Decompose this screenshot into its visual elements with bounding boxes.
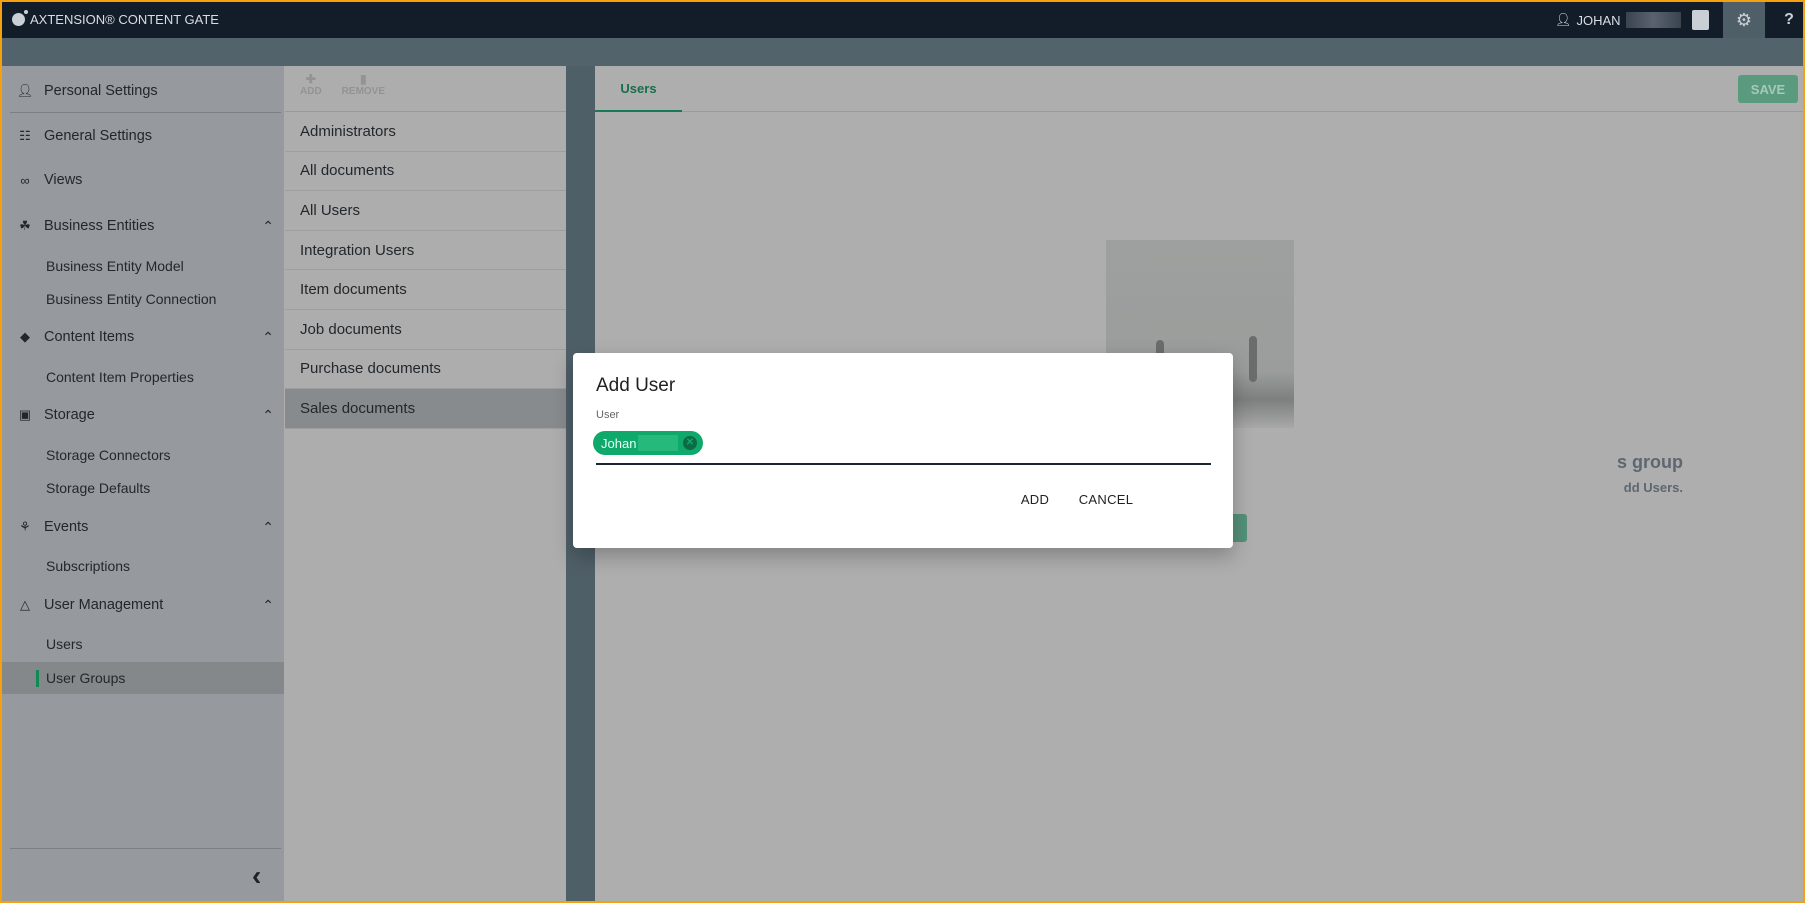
- collapse-sidebar-icon[interactable]: ‹: [252, 860, 261, 892]
- sidebar: ‹ 👤︎ Personal Settings ☷ General Settings ∞ V…: [2, 66, 284, 901]
- sidebar-item-user-management[interactable]: △ User Management ⌃: [2, 589, 284, 621]
- sidebar-item-personal-settings[interactable]: 👤︎ Personal Settings: [2, 75, 284, 107]
- sidebar-item-label: Business Entity Connection: [46, 291, 217, 307]
- sidebar-item-users[interactable]: Users: [2, 628, 284, 660]
- add-user-dialog: Add User User Johan ✕ ADD CANCEL: [573, 353, 1233, 548]
- sidebar-item-content-items[interactable]: ◆ Content Items ⌃: [2, 321, 284, 353]
- user-groups-list: ✚ ADD ▮ REMOVE Administrators All documents…: [285, 66, 566, 901]
- sidebar-item-label: Business Entity Model: [46, 258, 184, 274]
- list-item[interactable]: Purchase documents: [285, 350, 566, 390]
- list-item[interactable]: All documents: [285, 152, 566, 192]
- sidebar-item-subscriptions[interactable]: Subscriptions: [2, 550, 284, 582]
- org-chart-icon: △: [20, 597, 30, 612]
- list-toolbar: ✚ ADD ▮ REMOVE: [285, 66, 566, 112]
- list-item[interactable]: Job documents: [285, 310, 566, 350]
- top-bar: AXTENSION® CONTENT GATE 👤︎ JOHAN ⚙ ?: [2, 2, 1803, 38]
- glasses-icon: ∞: [20, 172, 30, 188]
- sidebar-item-label: Storage: [44, 407, 95, 423]
- sidebar-item-label: Personal Settings: [44, 83, 158, 99]
- sidebar-item-storage[interactable]: ▣ Storage ⌃: [2, 399, 284, 431]
- sidebar-item-label: Storage Defaults: [46, 480, 151, 496]
- list-item[interactable]: Administrators: [285, 112, 566, 152]
- sidebar-item-label: General Settings: [44, 128, 153, 144]
- chevron-up-icon[interactable]: ⌃: [262, 597, 274, 614]
- gear-icon[interactable]: ⚙: [1723, 2, 1765, 38]
- tab-users[interactable]: Users: [595, 66, 682, 112]
- list-item[interactable]: All Users: [285, 191, 566, 231]
- sidebar-item-views[interactable]: ∞ Views: [2, 164, 284, 196]
- trash-icon: ▮: [360, 72, 367, 86]
- user-icon: 👤︎: [1555, 12, 1572, 27]
- sidebar-item-business-entities[interactable]: ☘ Business Entities ⌃: [2, 210, 284, 242]
- dialog-title: Add User: [596, 375, 676, 396]
- cancel-button[interactable]: CANCEL: [1061, 481, 1151, 517]
- sidebar-item-events[interactable]: ⚘ Events ⌃: [2, 511, 284, 543]
- sidebar-item-label: Events: [44, 519, 89, 535]
- list-item[interactable]: Integration Users: [285, 231, 566, 271]
- sidebar-item-content-item-properties[interactable]: Content Item Properties: [2, 361, 284, 393]
- user-chip[interactable]: Johan ✕: [593, 431, 703, 455]
- sidebar-item-general-settings[interactable]: ☷ General Settings: [2, 120, 284, 152]
- sidebar-item-storage-connectors[interactable]: Storage Connectors: [2, 439, 284, 471]
- divider: [10, 848, 281, 849]
- divider: [10, 112, 281, 113]
- app-title: AXTENSION® CONTENT GATE: [30, 12, 219, 27]
- sidebar-item-label: Business Entities: [44, 218, 155, 234]
- list-item[interactable]: Item documents: [285, 270, 566, 310]
- chevron-up-icon[interactable]: ⌃: [262, 329, 274, 346]
- empty-state-subtitle: dd Users.: [1623, 480, 1683, 495]
- chevron-up-icon[interactable]: ⌃: [262, 519, 274, 536]
- sidebar-item-label: Users: [46, 636, 83, 652]
- tab-bar: Users SAVE: [595, 66, 1803, 112]
- add-button[interactable]: ADD: [1003, 481, 1067, 517]
- sidebar-item-label: User Groups: [46, 670, 126, 686]
- user-input[interactable]: [596, 463, 1211, 465]
- tag-icon: ◆: [20, 329, 30, 344]
- sidebar-item-user-groups[interactable]: User Groups: [2, 662, 284, 694]
- sidebar-item-label: User Management: [44, 597, 164, 613]
- user-menu[interactable]: 👤︎ JOHAN: [1555, 12, 1681, 28]
- sidebar-item-business-entity-connection[interactable]: Business Entity Connection: [2, 283, 284, 315]
- empty-state-title: s group: [1617, 452, 1683, 472]
- redacted-name: [638, 435, 679, 451]
- remove-group-button[interactable]: ▮ REMOVE: [342, 66, 385, 111]
- save-button[interactable]: SAVE: [1738, 75, 1798, 103]
- sidebar-item-business-entity-model[interactable]: Business Entity Model: [2, 250, 284, 282]
- user-name: JOHAN: [1576, 12, 1621, 28]
- sidebar-item-label: Content Item Properties: [46, 369, 194, 385]
- webhook-icon: ⚘: [19, 519, 31, 534]
- sliders-icon: ☷: [19, 128, 31, 143]
- logo-icon: [12, 10, 28, 26]
- sidebar-item-label: Subscriptions: [46, 558, 131, 574]
- redacted-name: [1625, 12, 1681, 28]
- chevron-up-icon[interactable]: ⌃: [262, 407, 274, 424]
- add-group-button[interactable]: ✚ ADD: [300, 66, 322, 111]
- sidebar-item-label: Views: [44, 172, 83, 188]
- archive-icon: ▣: [18, 407, 32, 422]
- list-item[interactable]: Sales documents: [285, 389, 566, 429]
- cactus-icon: [1249, 336, 1257, 382]
- clipboard-icon[interactable]: [1692, 10, 1709, 30]
- help-icon[interactable]: ?: [1774, 2, 1803, 38]
- sidebar-item-label: Storage Connectors: [46, 447, 171, 463]
- sidebar-item-label: Content Items: [44, 329, 135, 345]
- chevron-up-icon[interactable]: ⌃: [262, 218, 274, 235]
- plus-icon: ✚: [305, 72, 316, 86]
- hierarchy-icon: ☘: [19, 218, 31, 233]
- sidebar-item-storage-defaults[interactable]: Storage Defaults: [2, 472, 284, 504]
- person-icon: 👤︎: [16, 83, 34, 98]
- brand: AXTENSION® CONTENT GATE: [12, 10, 219, 27]
- remove-chip-icon[interactable]: ✕: [683, 436, 697, 450]
- user-field-label: User: [596, 409, 620, 421]
- header-band: [2, 38, 1803, 66]
